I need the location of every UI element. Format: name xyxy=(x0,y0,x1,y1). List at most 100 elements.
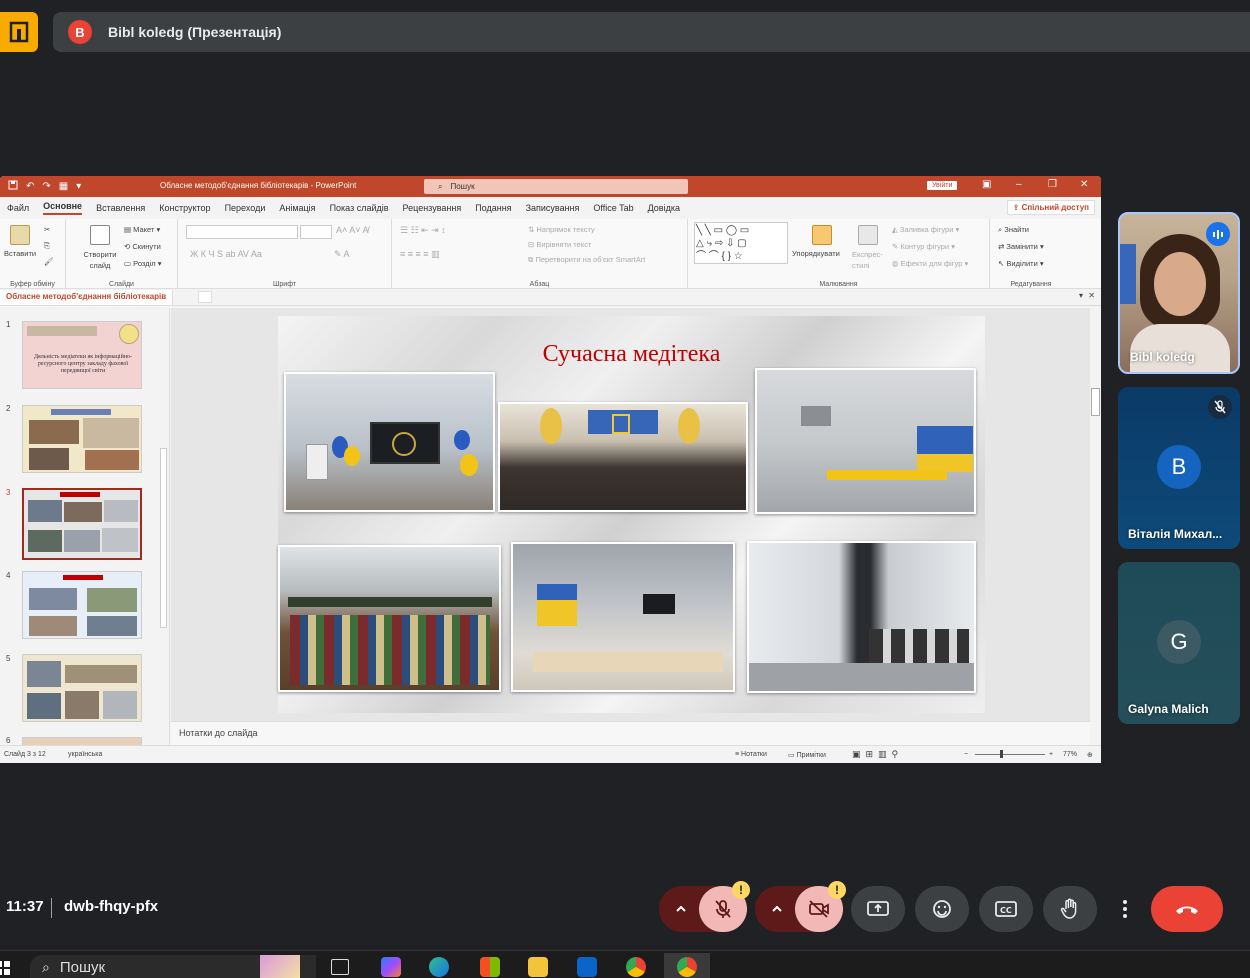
tab-slideshow[interactable]: Показ слайдів xyxy=(330,203,389,213)
captions-button[interactable]: CC xyxy=(979,886,1033,932)
font-grow-icon[interactable]: A˄ A˅ A̸ xyxy=(336,225,369,235)
current-slide[interactable]: Сучасна медітека xyxy=(278,316,985,713)
tab-transitions[interactable]: Переходи xyxy=(225,203,266,213)
mic-warning-icon[interactable]: ! xyxy=(732,881,750,899)
section-button[interactable]: ▭ Розділ ▾ xyxy=(124,259,161,268)
outlook-icon[interactable] xyxy=(577,957,597,977)
view-buttons[interactable]: ▣ ⊞ ▥ ⚲ xyxy=(852,749,898,760)
present-icon[interactable]: ▦ xyxy=(59,181,68,192)
save-icon[interactable] xyxy=(8,180,18,193)
shapes-gallery[interactable]: ╲ ╲ ▭ ◯ ▭ △ ⤷ ⇨ ⇩ ▢ ⌒ ⌒ { } ☆ xyxy=(694,222,788,264)
slide-thumbnail-2[interactable] xyxy=(22,405,142,473)
tab-record[interactable]: Записування xyxy=(526,203,580,213)
font-color-icon[interactable]: ✎ A xyxy=(334,249,350,260)
microsoft-store-icon[interactable] xyxy=(480,957,500,977)
reset-button[interactable]: ⟲ Скинути xyxy=(124,242,161,251)
zoom-out-icon[interactable]: − xyxy=(964,751,968,758)
reactions-button[interactable] xyxy=(915,886,969,932)
video-options-chevron-icon[interactable] xyxy=(769,901,785,917)
copilot-icon[interactable] xyxy=(381,957,401,977)
copy-icon[interactable]: ⎘ xyxy=(44,241,50,251)
tab-file[interactable]: Файл xyxy=(7,203,29,213)
slide-thumbnail-5[interactable] xyxy=(22,654,142,722)
raise-hand-button[interactable] xyxy=(1043,886,1097,932)
tab-design[interactable]: Конструктор xyxy=(159,203,210,213)
new-tab-button[interactable] xyxy=(198,291,212,303)
task-view-icon[interactable] xyxy=(331,959,349,975)
find-button[interactable]: ⌕ Знайти xyxy=(998,225,1029,235)
share-button[interactable]: ⇪ Спільний доступ xyxy=(1006,200,1095,215)
windows-start-icon[interactable] xyxy=(0,961,10,975)
tab-close-icon[interactable]: ✕ xyxy=(1088,291,1095,300)
customize-toolbar-icon[interactable]: ▾ xyxy=(76,181,81,192)
new-slide-icon[interactable] xyxy=(90,225,110,245)
smartart-button[interactable]: ⧉ Перетворити на об'єкт SmartArt xyxy=(528,255,645,265)
align-text-button[interactable]: ⊟ Вирівняти текст xyxy=(528,240,591,249)
ribbon-display-icon[interactable]: ▣ xyxy=(982,179,991,190)
audio-options-chevron-icon[interactable] xyxy=(673,901,689,917)
align-icons[interactable]: ≡ ≡ ≡ ≡ ▥ xyxy=(400,249,440,260)
slide-scroll-thumb[interactable] xyxy=(1091,388,1100,416)
file-explorer-icon[interactable] xyxy=(528,957,548,977)
thumbnails-scrollbar[interactable] xyxy=(160,448,167,628)
tab-review[interactable]: Рецензування xyxy=(403,203,462,213)
arrange-label[interactable]: Упорядкувати xyxy=(792,249,840,258)
chrome-icon[interactable] xyxy=(626,957,646,977)
restore-icon[interactable]: ❐ xyxy=(1048,179,1057,190)
zoom-level[interactable]: 77% xyxy=(1063,751,1077,758)
shape-effects-button[interactable]: ◍ Ефекти для фігур ▾ xyxy=(892,259,968,268)
tab-view[interactable]: Подання xyxy=(475,203,511,213)
redo-icon[interactable]: ↷ xyxy=(42,181,50,192)
new-slide-label[interactable]: Створити слайд xyxy=(80,249,120,271)
tab-office-tab[interactable]: Office Tab xyxy=(593,203,633,213)
arrange-icon[interactable] xyxy=(812,225,832,245)
zoom-in-icon[interactable]: + xyxy=(1049,751,1053,758)
slide-thumbnail-1[interactable]: Дяльність медіатеки як інформаційно-ресу… xyxy=(22,321,142,389)
meeting-code[interactable]: dwb-fhqy-pfx xyxy=(64,898,158,915)
slide-scrollbar[interactable] xyxy=(1090,308,1101,745)
font-size-select[interactable] xyxy=(300,225,332,239)
camera-warning-icon[interactable]: ! xyxy=(828,881,846,899)
tab-home[interactable]: Основне xyxy=(43,201,83,215)
participant-tile-3[interactable]: G Galyna Malich xyxy=(1118,562,1240,724)
notes-toggle[interactable]: ≡ Нотатки xyxy=(735,751,767,758)
slide-title[interactable]: Сучасна медітека xyxy=(278,341,985,368)
quick-styles-label[interactable]: Експрес-стилі xyxy=(852,249,886,271)
sign-in-button[interactable]: Увійти xyxy=(927,181,958,190)
tab-animations[interactable]: Анімація xyxy=(279,203,315,213)
layout-button[interactable]: ▤ Макет ▾ xyxy=(124,225,160,234)
shape-outline-button[interactable]: ✎ Контур фігури ▾ xyxy=(892,242,955,251)
language[interactable]: українська xyxy=(68,751,102,758)
cut-icon[interactable]: ✂ xyxy=(44,225,50,234)
taskbar-search[interactable]: ⌕ Пошук xyxy=(30,955,316,978)
close-icon[interactable]: ✕ xyxy=(1080,179,1088,190)
zoom-slider[interactable] xyxy=(975,754,1045,755)
edge-browser-icon[interactable] xyxy=(429,957,449,977)
list-icons[interactable]: ☰ ☷ ⇤ ⇥ ↕ xyxy=(400,225,446,236)
more-options-button[interactable] xyxy=(1110,886,1140,932)
font-format-icons[interactable]: Ж К Ч S ab AV Aa xyxy=(190,249,262,259)
participant-tile-self[interactable]: Bibl koledg xyxy=(1118,212,1240,374)
tab-insert[interactable]: Вставлення xyxy=(96,203,145,213)
fit-to-window-icon[interactable]: ⊕ xyxy=(1087,751,1093,759)
font-name-select[interactable] xyxy=(186,225,298,239)
leave-call-button[interactable] xyxy=(1151,886,1223,932)
zoom-slider-thumb[interactable] xyxy=(1000,750,1003,758)
tab-help[interactable]: Довідка xyxy=(648,203,680,213)
minimize-icon[interactable]: – xyxy=(1016,179,1022,190)
text-direction-button[interactable]: ⇅ Напрямок тексту xyxy=(528,225,595,234)
format-painter-icon[interactable]: 🖌 xyxy=(44,257,54,266)
participant-tile-2[interactable]: B Віталія Михал... xyxy=(1118,387,1240,549)
tab-list-icon[interactable]: ▾ xyxy=(1079,291,1083,300)
ppt-search-box[interactable]: ⌕ Пошук xyxy=(424,179,688,194)
document-tab[interactable]: Обласне методоб'єднання бібліотекарів xyxy=(0,290,174,305)
slide-notes[interactable]: Нотатки до слайда xyxy=(171,721,1092,745)
comments-toggle[interactable]: ▭ Примітки xyxy=(788,751,826,759)
quick-styles-icon[interactable] xyxy=(858,225,878,245)
slide-thumbnail-3-selected[interactable] xyxy=(22,488,142,560)
select-button[interactable]: ↖ Виділити ▾ xyxy=(998,259,1044,268)
paste-icon[interactable] xyxy=(10,225,30,245)
undo-icon[interactable]: ↶ xyxy=(26,181,34,192)
replace-button[interactable]: ⇄ Замінити ▾ xyxy=(998,242,1044,251)
present-screen-button[interactable] xyxy=(851,886,905,932)
